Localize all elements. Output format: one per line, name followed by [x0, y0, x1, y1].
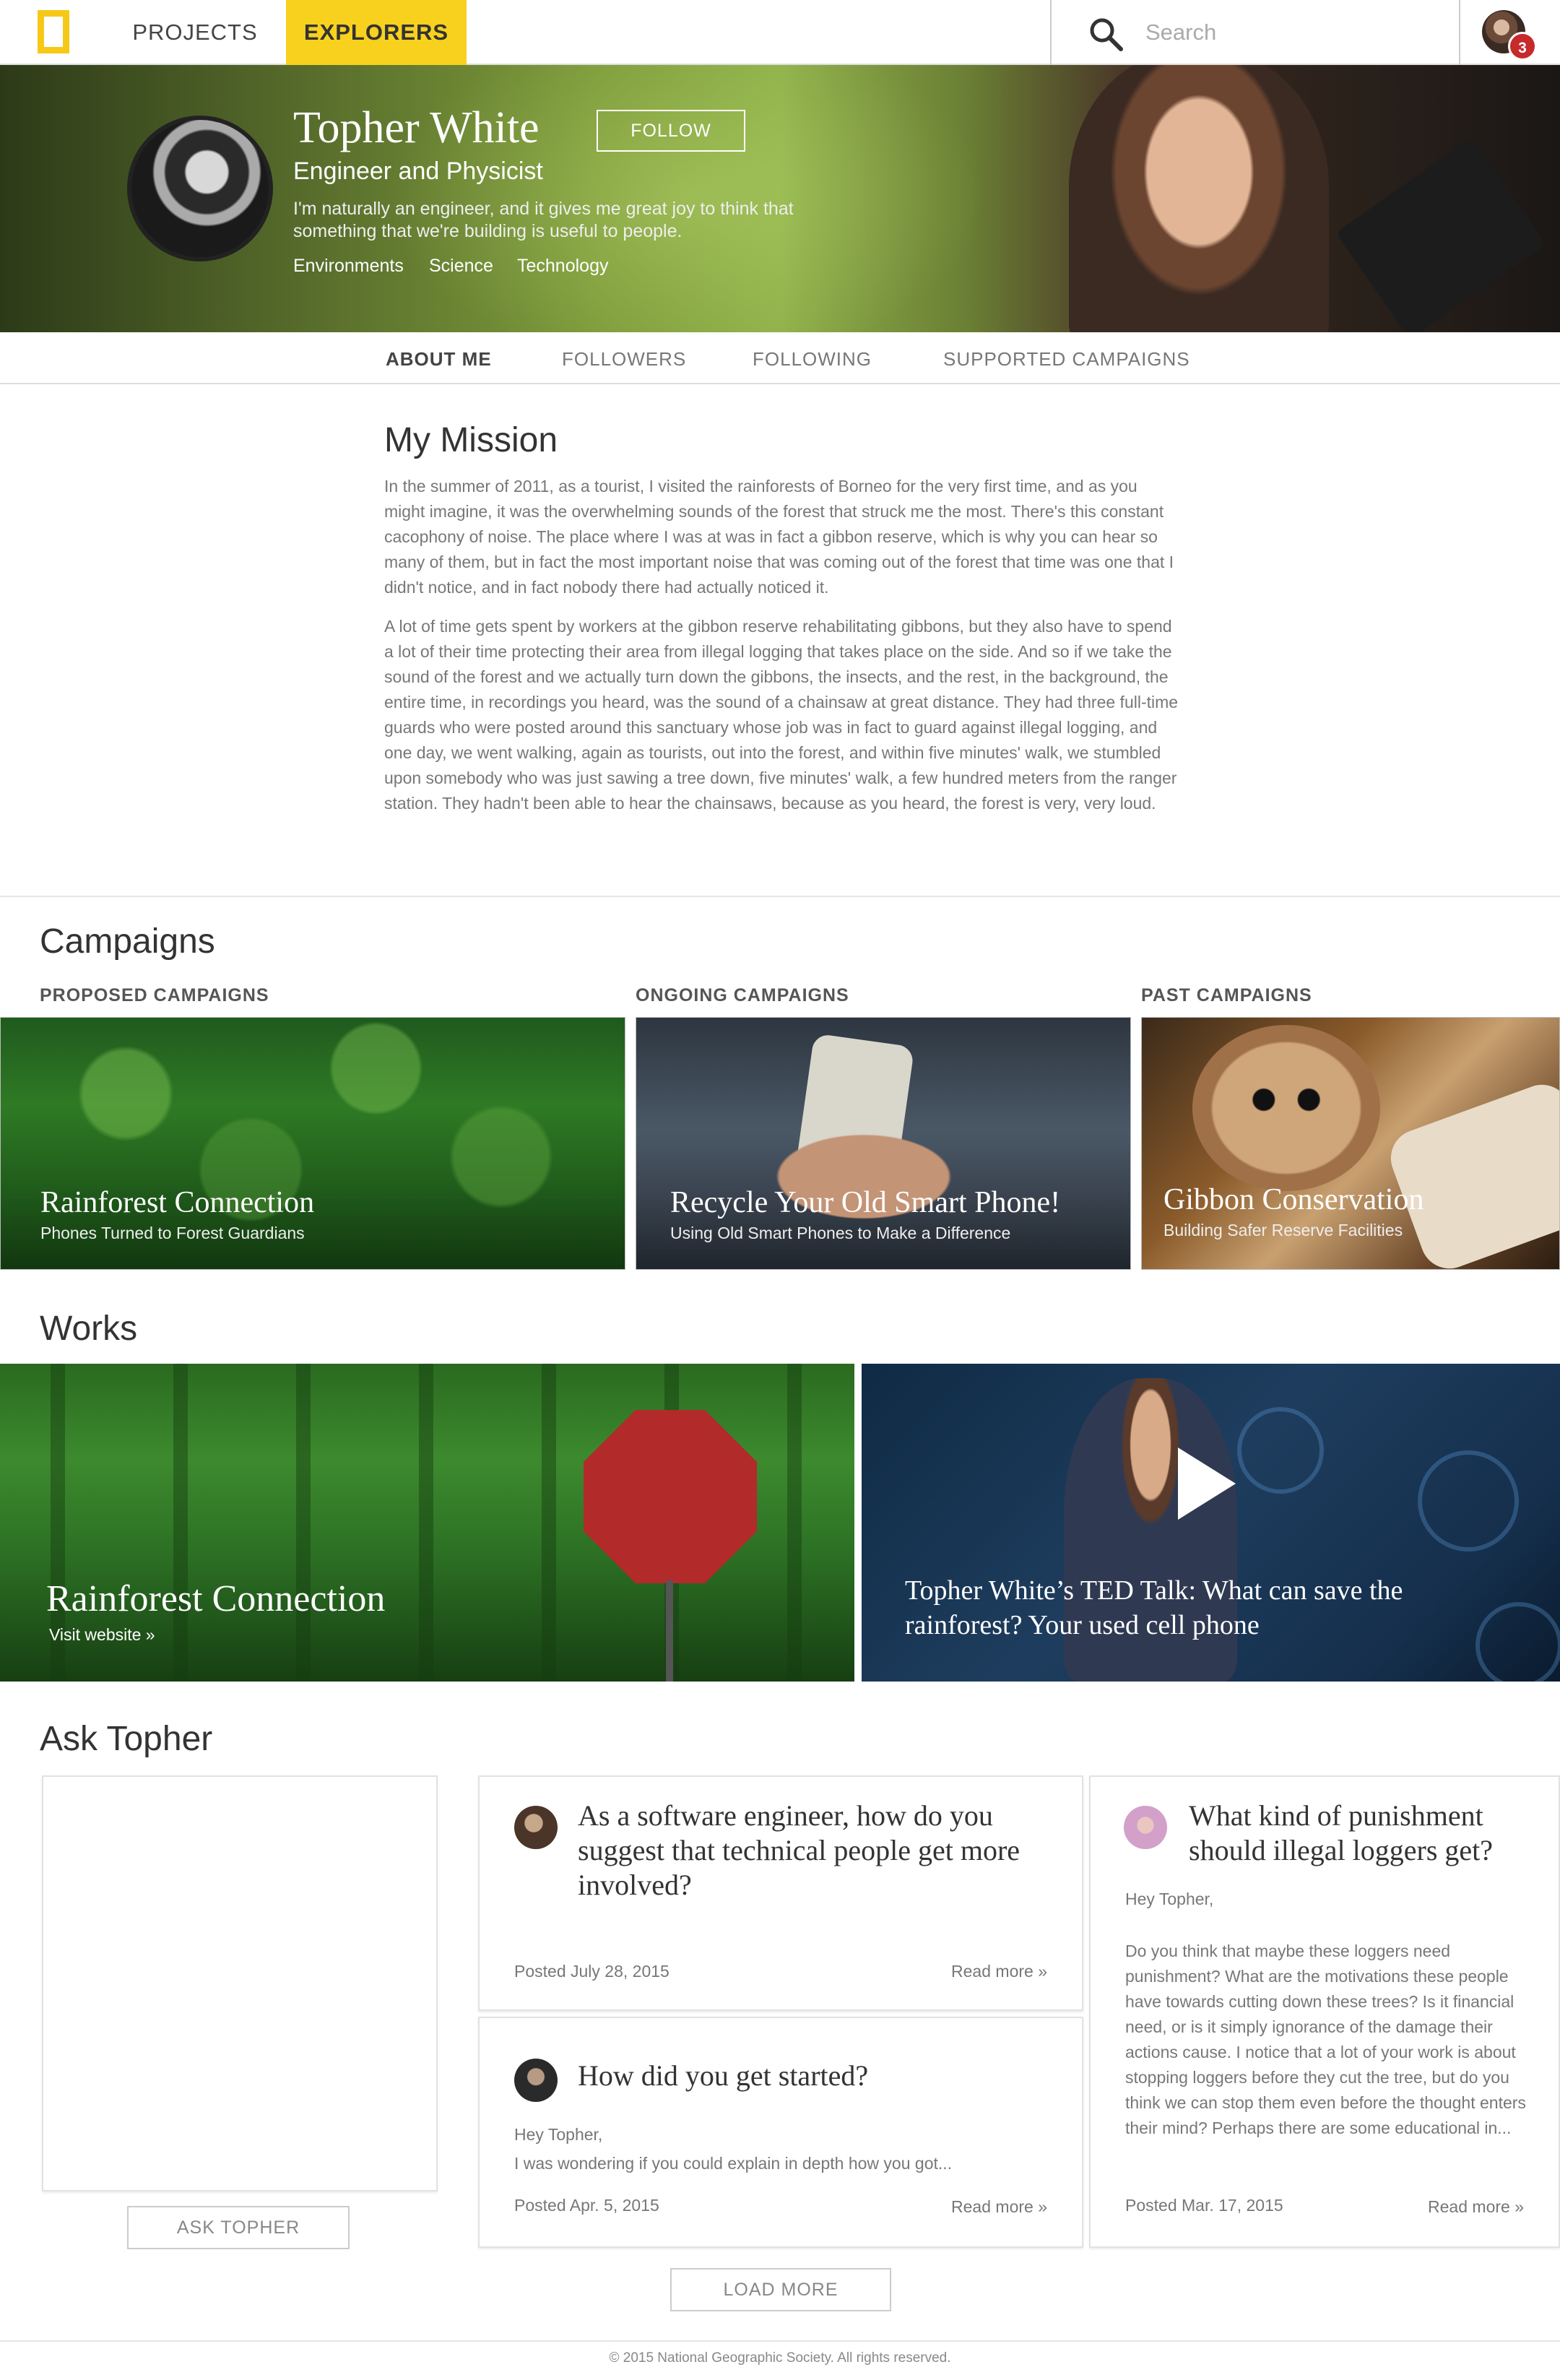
question-title[interactable]: What kind of punishment should illegal l… [1189, 1799, 1535, 1868]
ask-question-box[interactable] [42, 1775, 438, 2191]
chainsaw-stop-sign-icon [584, 1410, 757, 1583]
tab-followers[interactable]: FOLLOWERS [562, 348, 686, 371]
profile-name: Topher White [293, 103, 540, 152]
mission-paragraph: In the summer of 2011, as a tourist, I v… [384, 477, 1174, 597]
question-date: Posted Apr. 5, 2015 [514, 2196, 659, 2215]
read-more-link[interactable]: Read more » [951, 2197, 1047, 2217]
question-excerpt: I was wondering if you could explain in … [514, 2154, 953, 2173]
tag-science[interactable]: Science [429, 256, 493, 277]
question-card[interactable]: As a software engineer, how do you sugge… [478, 1775, 1083, 2011]
tab-supported-campaigns[interactable]: SUPPORTED CAMPAIGNS [943, 348, 1190, 371]
question-date: Posted July 28, 2015 [514, 1962, 670, 1981]
gibbon-image [1192, 1025, 1380, 1191]
work-card-ted-talk[interactable]: Topher White’s TED Talk: What can save t… [862, 1364, 1560, 1682]
read-more-link[interactable]: Read more » [951, 1962, 1047, 1981]
top-navigation: PROJECTS EXPLORERS 3 [0, 0, 1560, 65]
footer-divider [0, 2340, 1560, 2342]
question-card[interactable]: What kind of punishment should illegal l… [1089, 1775, 1560, 2248]
campaigns-title: Campaigns [40, 922, 215, 961]
campaign-title: Gibbon Conservation [1164, 1183, 1424, 1216]
profile-bio: I'm naturally an engineer, and it gives … [293, 199, 794, 241]
campaign-title: Recycle Your Old Smart Phone! [670, 1186, 1061, 1219]
search-bar [1050, 0, 1460, 65]
nav-explorers[interactable]: EXPLORERS [286, 0, 467, 65]
tab-about-me[interactable]: ABOUT ME [386, 348, 492, 371]
tag-environments[interactable]: Environments [293, 256, 404, 277]
hero-photo [1069, 65, 1329, 332]
mission-title: My Mission [384, 421, 558, 459]
nav-projects[interactable]: PROJECTS [116, 0, 274, 65]
load-more-button[interactable]: LOAD MORE [670, 2268, 891, 2311]
work-title: Rainforest Connection [46, 1578, 386, 1619]
work-title: Topher White’s TED Talk: What can save t… [905, 1575, 1403, 1640]
search-input[interactable] [1145, 14, 1434, 51]
read-more-link[interactable]: Read more » [1428, 2197, 1524, 2217]
question-excerpt: Do you think that maybe these loggers ne… [1125, 1942, 1526, 2137]
proposed-campaigns-label: PROPOSED CAMPAIGNS [40, 985, 269, 1005]
question-card[interactable]: How did you get started? Hey Topher, I w… [478, 2017, 1083, 2248]
national-geographic-logo[interactable] [38, 10, 69, 53]
question-greeting: Hey Topher, [514, 2125, 603, 2144]
visit-website-link[interactable]: Visit website » [49, 1625, 155, 1645]
campaign-card-gibbon-conservation[interactable]: Gibbon Conservation Building Safer Reser… [1141, 1017, 1560, 1270]
tag-technology[interactable]: Technology [517, 256, 608, 277]
search-icon[interactable] [1088, 16, 1124, 52]
hero-device-image [1335, 137, 1546, 332]
campaign-title: Rainforest Connection [40, 1186, 315, 1219]
asker-avatar [1124, 1806, 1167, 1849]
mission-paragraph: A lot of time gets spent by workers at t… [384, 617, 1179, 813]
profile-avatar [127, 116, 273, 261]
past-campaigns-label: PAST CAMPAIGNS [1141, 985, 1312, 1005]
question-title[interactable]: As a software engineer, how do you sugge… [578, 1799, 1054, 1903]
campaign-subtitle: Building Safer Reserve Facilities [1164, 1221, 1403, 1239]
ask-topher-title: Ask Topher [40, 1720, 213, 1758]
question-greeting: Hey Topher, [1125, 1890, 1214, 1908]
campaign-card-recycle-phone[interactable]: Recycle Your Old Smart Phone! Using Old … [636, 1017, 1131, 1270]
ongoing-campaigns-label: ONGOING CAMPAIGNS [636, 985, 849, 1005]
ask-topher-button[interactable]: ASK TOPHER [127, 2206, 350, 2249]
decorative-ring [1418, 1450, 1519, 1552]
decorative-ring [1237, 1407, 1324, 1494]
asker-avatar [514, 1806, 558, 1849]
follow-button[interactable]: FOLLOW [597, 110, 745, 152]
campaign-subtitle: Phones Turned to Forest Guardians [40, 1224, 305, 1242]
asker-avatar [514, 2059, 558, 2102]
section-divider [0, 896, 1560, 897]
notification-badge[interactable]: 3 [1508, 32, 1537, 61]
question-title[interactable]: How did you get started? [578, 2059, 868, 2093]
bottle-image [1382, 1076, 1559, 1269]
profile-hero: Topher White FOLLOW Engineer and Physici… [0, 65, 1560, 332]
campaign-subtitle: Using Old Smart Phones to Make a Differe… [670, 1224, 1011, 1242]
tab-following[interactable]: FOLLOWING [753, 348, 872, 371]
profile-tabs: ABOUT ME FOLLOWERS FOLLOWING SUPPORTED C… [0, 332, 1560, 384]
profile-subtitle: Engineer and Physicist [293, 157, 543, 185]
campaign-card-rainforest-connection[interactable]: Rainforest Connection Phones Turned to F… [0, 1017, 625, 1270]
work-card-rainforest-connection[interactable]: Rainforest Connection Visit website » [0, 1364, 854, 1682]
footer-copyright: © 2015 National Geographic Society. All … [609, 2350, 951, 2366]
sign-post [666, 1580, 673, 1682]
question-date: Posted Mar. 17, 2015 [1125, 2196, 1283, 2215]
works-title: Works [40, 1310, 138, 1348]
